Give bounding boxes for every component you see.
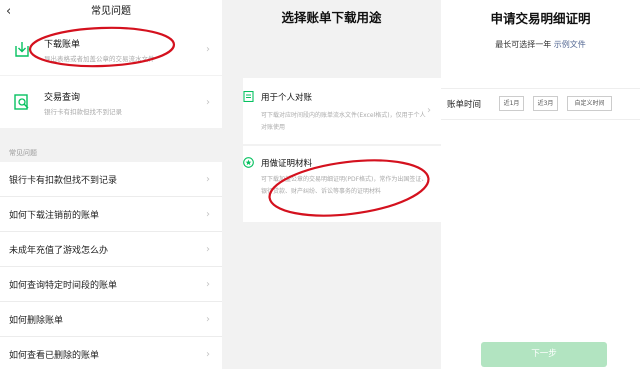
- option-title: 用于个人对账: [261, 93, 313, 103]
- page-title: 选择账单下载用途: [281, 10, 382, 25]
- faq-question: 未成年充值了游戏怎么办: [9, 246, 109, 256]
- apply-statement-screen: 申请交易明细证明 最长可选择一年 示例文件 账单时间 近1月 近3月 自定义时间…: [441, 0, 640, 369]
- chevron-right-icon: ›: [206, 349, 210, 360]
- faq-item[interactable]: 如何下载注销前的账单 ›: [0, 197, 222, 232]
- faq-question: 如何查询特定时间段的账单: [9, 281, 118, 291]
- chip-last-3-months[interactable]: 近3月: [533, 96, 558, 111]
- faq-screen: ‹ 常见问题 下载账单 导出表格或者加盖公章的交易流水文件 › 交易查询 银行卡…: [0, 0, 222, 369]
- next-step-button[interactable]: 下一步: [481, 342, 607, 367]
- page-title: 常见问题: [91, 6, 131, 17]
- faq-question: 如何下载注销前的账单: [9, 211, 100, 221]
- chevron-right-icon: ›: [427, 105, 431, 116]
- option-title: 用做证明材料: [261, 159, 313, 169]
- document-icon: [243, 91, 254, 102]
- sample-file-link[interactable]: 示例文件: [554, 40, 586, 49]
- chevron-right-icon: ›: [206, 279, 210, 290]
- transaction-query-desc: 银行卡有扣款但找不到记录: [44, 108, 122, 116]
- chevron-right-icon: ›: [206, 97, 210, 108]
- chevron-right-icon: ›: [206, 244, 210, 255]
- faq-question: 如何查看已删除的账单: [9, 351, 100, 361]
- option-desc: 可下载加盖公章的交易明细证明(PDF格式)，常作为出国签证、银行贷款、财产纠纷、…: [261, 176, 428, 195]
- star-icon: [243, 157, 254, 168]
- chip-last-1-month[interactable]: 近1月: [499, 96, 524, 111]
- chip-custom-time[interactable]: 自定义时间: [567, 96, 612, 111]
- choose-purpose-screen: 选择账单下载用途 用于个人对账 可下载对应时间段内的账单流水文件(Excel格式…: [222, 0, 441, 369]
- subtitle: 最长可选择一年 示例文件: [441, 39, 640, 50]
- faq-item[interactable]: 如何删除账单 ›: [0, 302, 222, 337]
- faq-section-label: 常见问题: [9, 149, 37, 157]
- back-chevron-icon[interactable]: ‹: [6, 0, 11, 23]
- download-bill-title: 下载账单: [44, 40, 81, 50]
- faq-header: ‹ 常见问题: [0, 0, 222, 23]
- subtitle-text: 最长可选择一年: [495, 40, 552, 49]
- page-title: 申请交易明细证明: [490, 11, 591, 26]
- faq-item[interactable]: 如何查看已删除的账单 ›: [0, 337, 222, 369]
- faq-item[interactable]: 银行卡有扣款但找不到记录 ›: [0, 162, 222, 197]
- faq-list: 银行卡有扣款但找不到记录 › 如何下载注销前的账单 › 未成年充值了游戏怎么办 …: [0, 162, 222, 369]
- chevron-right-icon: ›: [206, 44, 210, 55]
- bill-period-row: 账单时间 近1月 近3月 自定义时间: [441, 88, 640, 120]
- faq-question: 如何删除账单: [9, 316, 64, 326]
- download-icon: [15, 42, 29, 57]
- chevron-right-icon: ›: [206, 314, 210, 325]
- option-proof-material[interactable]: 用做证明材料 可下载加盖公章的交易明细证明(PDF格式)，常作为出国签证、银行贷…: [243, 146, 441, 222]
- option-personal-reconciliation[interactable]: 用于个人对账 可下载对应时间段内的账单流水文件(Excel格式)，仅用于个人对账…: [243, 78, 441, 144]
- download-bill-desc: 导出表格或者加盖公章的交易流水文件: [44, 55, 155, 63]
- transaction-query-item[interactable]: 交易查询 银行卡有扣款但找不到记录 ›: [0, 76, 222, 128]
- chevron-right-icon: ›: [206, 174, 210, 185]
- bill-period-label: 账单时间: [447, 100, 482, 110]
- search-document-icon: [14, 94, 29, 110]
- download-bill-item[interactable]: 下载账单 导出表格或者加盖公章的交易流水文件 ›: [0, 23, 222, 75]
- faq-item[interactable]: 如何查询特定时间段的账单 ›: [0, 267, 222, 302]
- faq-question: 银行卡有扣款但找不到记录: [9, 176, 118, 186]
- transaction-query-title: 交易查询: [44, 93, 81, 103]
- faq-item[interactable]: 未成年充值了游戏怎么办 ›: [0, 232, 222, 267]
- chevron-right-icon: ›: [206, 209, 210, 220]
- option-desc: 可下载对应时间段内的账单流水文件(Excel格式)，仅用于个人对账使用: [261, 112, 426, 131]
